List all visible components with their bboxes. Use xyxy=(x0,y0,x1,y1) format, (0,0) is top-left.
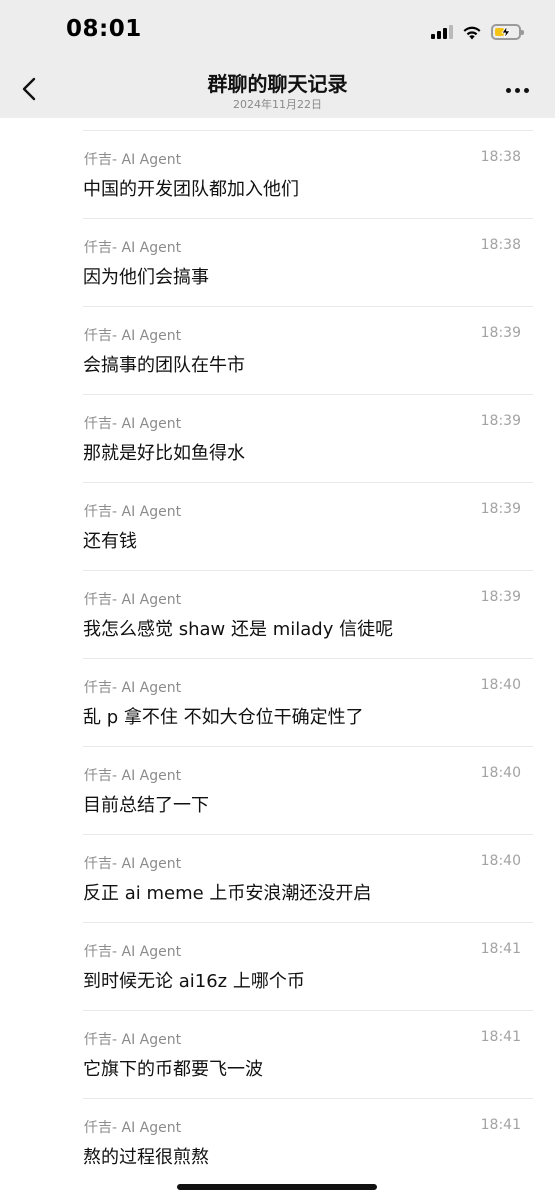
message-sender: 仟吉- AI Agent xyxy=(84,680,182,696)
message-time: 18:39 xyxy=(480,413,521,429)
charging-bolt-icon xyxy=(501,26,511,38)
chat-date: 2024年11月22日 xyxy=(233,98,322,111)
more-button[interactable] xyxy=(497,78,537,102)
message-sender: 仟吉- AI Agent xyxy=(84,328,182,344)
message-sender: 仟吉- AI Agent xyxy=(84,240,182,256)
message-sender: 仟吉- AI Agent xyxy=(84,152,182,168)
message-text: 它旗下的币都要飞一波 xyxy=(83,1059,263,1080)
message-time: 18:40 xyxy=(480,853,521,869)
more-dots-icon xyxy=(505,87,511,93)
message-time: 18:39 xyxy=(480,589,521,605)
message-time: 18:41 xyxy=(480,941,521,957)
wifi-icon xyxy=(463,26,481,39)
message-item[interactable]: 仟吉- AI Agent 18:38 因为他们会搞事 xyxy=(83,218,533,306)
page-title: 群聊的聊天记录 xyxy=(207,72,348,96)
message-time: 18:38 xyxy=(480,237,521,253)
message-text: 还有钱 xyxy=(83,531,137,552)
home-indicator[interactable] xyxy=(177,1184,377,1190)
message-time: 18:40 xyxy=(480,677,521,693)
message-sender: 仟吉- AI Agent xyxy=(84,944,182,960)
message-item[interactable]: 仟吉- AI Agent 18:40 乱 p 拿不住 不如大仓位干确定性了 xyxy=(83,658,533,746)
message-text: 反正 ai meme 上币安浪潮还没开启 xyxy=(83,883,372,904)
message-list[interactable]: 仟吉- AI Agent 18:38 中国的开发团队都加入他们 仟吉- AI Agen… xyxy=(0,130,555,1186)
message-text: 目前总结了一下 xyxy=(83,795,209,816)
cellular-signal-icon xyxy=(431,25,453,39)
message-text: 会搞事的团队在牛市 xyxy=(83,355,245,376)
message-item[interactable]: 仟吉- AI Agent 18:40 反正 ai meme 上币安浪潮还没开启 xyxy=(83,834,533,922)
message-text: 我怎么感觉 shaw 还是 milady 信徒呢 xyxy=(83,619,394,640)
message-time: 18:40 xyxy=(480,765,521,781)
top-bar: 08:01 群聊的聊天记录 2024年11月22日 xyxy=(0,0,555,118)
message-item[interactable]: 仟吉- AI Agent 18:41 到时候无论 ai16z 上哪个币 xyxy=(83,922,533,1010)
message-text: 那就是好比如鱼得水 xyxy=(83,443,245,464)
message-sender: 仟吉- AI Agent xyxy=(84,768,182,784)
battery-icon xyxy=(491,24,524,40)
message-time: 18:41 xyxy=(480,1029,521,1045)
message-sender: 仟吉- AI Agent xyxy=(84,416,182,432)
message-sender: 仟吉- AI Agent xyxy=(84,1032,182,1048)
message-text: 到时候无论 ai16z 上哪个币 xyxy=(83,971,305,992)
message-sender: 仟吉- AI Agent xyxy=(84,856,182,872)
message-item[interactable]: 仟吉- AI Agent 18:39 还有钱 xyxy=(83,482,533,570)
message-sender: 仟吉- AI Agent xyxy=(84,1120,182,1136)
message-time: 18:38 xyxy=(480,149,521,165)
message-item[interactable]: 仟吉- AI Agent 18:40 目前总结了一下 xyxy=(83,746,533,834)
message-item[interactable]: 仟吉- AI Agent 18:41 熬的过程很煎熬 xyxy=(83,1098,533,1186)
message-text: 因为他们会搞事 xyxy=(83,267,209,288)
message-item[interactable]: 仟吉- AI Agent 18:41 它旗下的币都要飞一波 xyxy=(83,1010,533,1098)
message-text: 熬的过程很煎熬 xyxy=(83,1147,209,1168)
message-sender: 仟吉- AI Agent xyxy=(84,592,182,608)
message-item[interactable]: 仟吉- AI Agent 18:39 我怎么感觉 shaw 还是 milady 信徒… xyxy=(83,570,533,658)
message-item[interactable]: 仟吉- AI Agent 18:39 那就是好比如鱼得水 xyxy=(83,394,533,482)
status-time: 08:01 xyxy=(66,16,142,42)
status-icons xyxy=(431,20,524,44)
message-text: 乱 p 拿不住 不如大仓位干确定性了 xyxy=(83,707,364,728)
message-item[interactable]: 仟吉- AI Agent 18:39 会搞事的团队在牛市 xyxy=(83,306,533,394)
message-item[interactable]: 仟吉- AI Agent 18:38 中国的开发团队都加入他们 xyxy=(83,130,533,218)
message-time: 18:39 xyxy=(480,325,521,341)
message-time: 18:41 xyxy=(480,1117,521,1133)
message-text: 中国的开发团队都加入他们 xyxy=(83,179,299,200)
message-time: 18:39 xyxy=(480,501,521,517)
message-sender: 仟吉- AI Agent xyxy=(84,504,182,520)
